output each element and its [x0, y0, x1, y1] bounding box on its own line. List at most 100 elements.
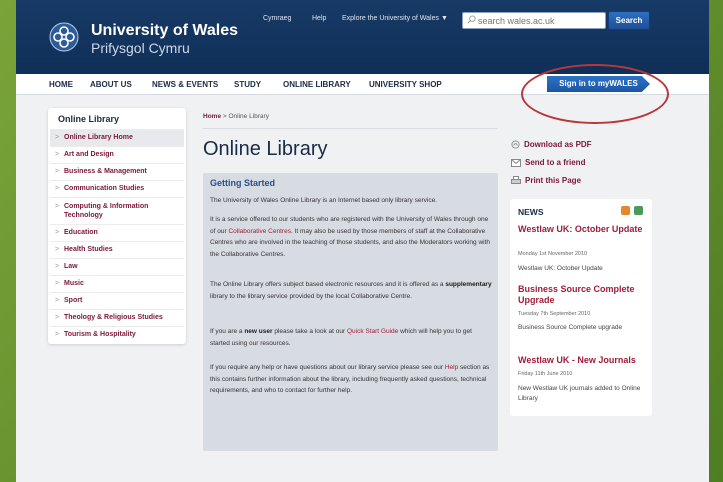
search-input[interactable] — [478, 13, 600, 28]
sidebar-item-health[interactable]: > Health Studies — [50, 241, 184, 258]
news-headline-link[interactable]: Westlaw UK - New Journals — [518, 355, 648, 366]
paragraph-intro: The University of Wales Online Library i… — [210, 197, 437, 204]
section-heading: Getting Started — [210, 178, 276, 188]
action-label: Download as PDF — [524, 140, 592, 149]
nav-news-events[interactable]: NEWS & EVENTS — [152, 80, 218, 89]
printer-icon — [511, 176, 521, 185]
brand-name-welsh[interactable]: Prifysgol Cymru — [91, 40, 190, 56]
help-link[interactable]: Help — [312, 15, 326, 22]
news-date: Monday 1st November 2010 — [518, 251, 588, 257]
nav-university-shop[interactable]: UNIVERSITY SHOP — [369, 80, 442, 89]
annotation-circle — [521, 64, 669, 124]
chevron-right-icon: > — [55, 134, 60, 141]
explore-dropdown[interactable]: Explore the University of Wales ▼ — [342, 15, 448, 22]
sidebar-item-label: Education — [64, 229, 98, 236]
sidebar-item-business[interactable]: > Business & Management — [50, 163, 184, 180]
news-headline-link[interactable]: Business Source Complete Upgrade — [518, 284, 648, 306]
divider — [203, 128, 497, 129]
text: If you require any help or have question… — [210, 364, 445, 371]
action-label: Print this Page — [525, 176, 582, 185]
sidebar-item-label: Communication Studies — [64, 185, 145, 192]
sidebar-item-label: Business & Management — [64, 168, 147, 175]
sidebar-item-label: Law — [64, 263, 78, 270]
bold-text: supplementary — [445, 281, 492, 288]
chevron-right-icon: > — [55, 297, 60, 304]
chevron-right-icon: > — [55, 246, 60, 253]
sidebar: Online Library > Online Library Home > Art… — [48, 108, 186, 344]
nav-about-us[interactable]: ABOUT US — [90, 80, 132, 89]
sidebar-item-computing[interactable]: > Computing & Information Technology — [50, 197, 184, 224]
chevron-right-icon: > — [55, 203, 60, 210]
print-page-link[interactable]: Print this Page — [511, 176, 581, 185]
news-headline-link[interactable]: Westlaw UK: October Update — [518, 224, 648, 235]
news-summary: New Westlaw UK journals added to Online … — [518, 385, 641, 402]
nav-home[interactable]: HOME — [49, 80, 73, 89]
breadcrumb-home-link[interactable]: Home — [203, 113, 221, 120]
sidebar-title: Online Library — [58, 114, 120, 124]
paragraph-help: If you require any help or have question… — [210, 362, 493, 397]
breadcrumb: Home > Online Library — [203, 113, 269, 120]
chevron-right-icon: > — [55, 314, 60, 321]
text: please take a look at our — [272, 328, 347, 335]
chevron-right-icon: > — [55, 151, 60, 158]
send-to-friend-link[interactable]: Send to a friend — [511, 158, 585, 167]
sidebar-item-online-library-home[interactable]: > Online Library Home — [50, 129, 184, 146]
sidebar-item-label: Music — [64, 280, 84, 287]
breadcrumb-current: Online Library — [228, 113, 269, 120]
chevron-right-icon: > — [55, 263, 60, 270]
text: library to the library service provided … — [210, 292, 412, 300]
envelope-icon — [511, 158, 521, 167]
sidebar-item-sport[interactable]: > Sport — [50, 292, 184, 309]
university-crest-icon[interactable] — [49, 22, 79, 52]
paragraph-service: It is a service offered to our students … — [210, 214, 493, 260]
nav-online-library[interactable]: ONLINE LIBRARY — [283, 80, 351, 89]
search-button[interactable]: Search — [608, 11, 650, 30]
news-date: Tuesday 7th September 2010 — [518, 311, 591, 317]
paragraph-resources: The Online Library offers subject based … — [210, 279, 493, 302]
pdf-icon — [511, 140, 520, 149]
web-page: University of Wales Prifysgol Cymru Cymr… — [16, 0, 709, 482]
text: The Online Library offers subject based … — [210, 281, 446, 288]
sidebar-item-theology[interactable]: > Theology & Religious Studies — [50, 309, 184, 326]
rss-icon[interactable] — [621, 206, 630, 215]
news-date: Friday 11th June 2010 — [518, 371, 573, 377]
chevron-right-icon: > — [55, 331, 60, 338]
getting-started-panel: Getting Started The University of Wales … — [203, 173, 498, 451]
site-header: University of Wales Prifysgol Cymru Cymr… — [16, 0, 709, 74]
help-section-link[interactable]: Help — [445, 364, 458, 371]
paragraph-new-user: If you are a new user please take a look… — [210, 326, 493, 349]
sidebar-item-tourism[interactable]: > Tourism & Hospitality — [50, 326, 184, 343]
brand-name-english[interactable]: University of Wales — [91, 22, 238, 40]
news-summary: Business Source Complete upgrade — [518, 324, 623, 331]
sidebar-item-education[interactable]: > Education — [50, 224, 184, 241]
chevron-right-icon: > — [55, 229, 60, 236]
news-summary: Westlaw UK: October Update — [518, 265, 603, 272]
quick-start-guide-link[interactable]: Quick Start Guide — [347, 328, 398, 335]
cymraeg-link[interactable]: Cymraeg — [263, 15, 291, 22]
collaborative-centres-link[interactable]: Collaborative Centres — [228, 228, 291, 235]
news-panel: NEWS Westlaw UK: October Update Monday 1… — [510, 199, 652, 416]
nav-study[interactable]: STUDY — [234, 80, 261, 89]
feed-icon[interactable] — [634, 206, 643, 215]
sidebar-item-label: Computing & Information Technology — [64, 203, 149, 219]
sidebar-item-label: Health Studies — [64, 246, 113, 253]
search-icon — [467, 15, 476, 24]
sidebar-item-label: Theology & Religious Studies — [64, 314, 163, 321]
action-label: Send to a friend — [525, 158, 586, 167]
page-title: Online Library — [203, 138, 328, 160]
text: If you are a — [210, 328, 245, 335]
download-pdf-link[interactable]: Download as PDF — [511, 140, 592, 149]
sidebar-item-label: Online Library Home — [64, 134, 133, 141]
bold-text: new user — [244, 328, 273, 335]
sidebar-item-music[interactable]: > Music — [50, 275, 184, 292]
sidebar-item-art-design[interactable]: > Art and Design — [50, 146, 184, 163]
sidebar-item-communication[interactable]: > Communication Studies — [50, 180, 184, 197]
search-field[interactable] — [462, 12, 606, 29]
sidebar-item-label: Sport — [64, 297, 83, 304]
sidebar-item-label: Art and Design — [64, 151, 114, 158]
chevron-right-icon: > — [55, 185, 60, 192]
sidebar-item-law[interactable]: > Law — [50, 258, 184, 275]
sidebar-item-label: Tourism & Hospitality — [64, 331, 136, 338]
chevron-right-icon: > — [55, 168, 60, 175]
chevron-right-icon: > — [55, 280, 60, 287]
